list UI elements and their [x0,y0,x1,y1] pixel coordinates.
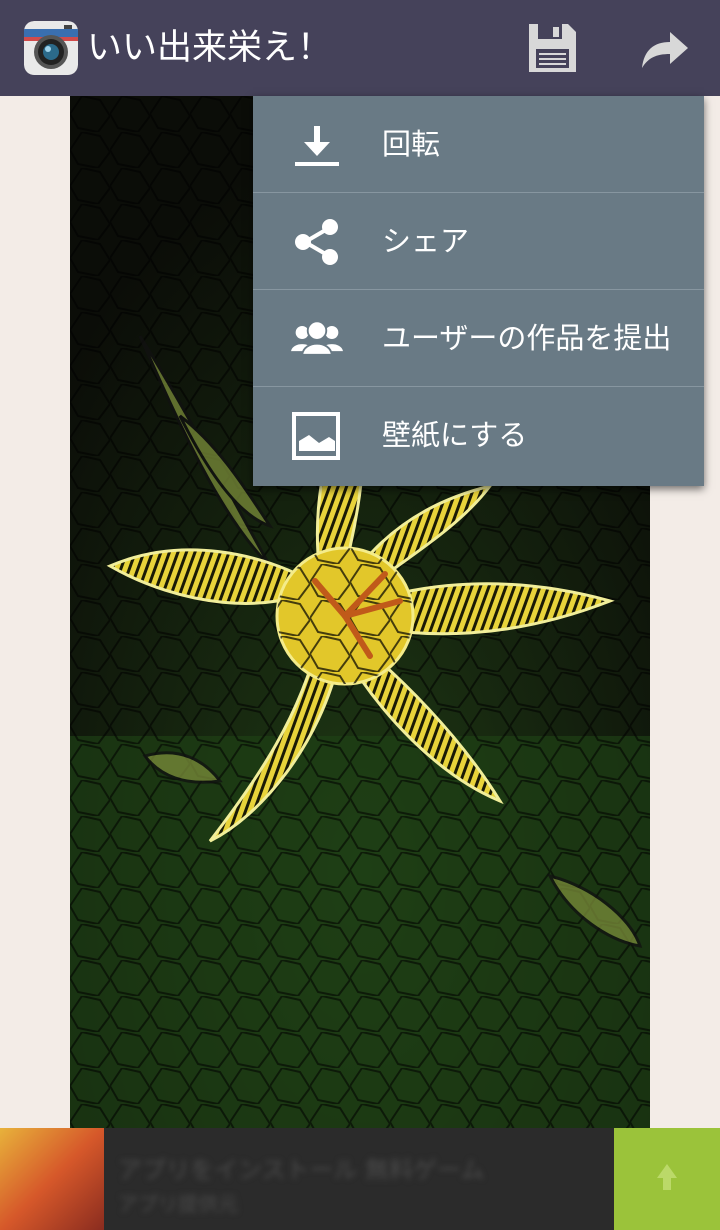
ad-thumbnail [0,1128,104,1230]
camera-icon[interactable] [24,21,78,75]
menu-item-share[interactable]: シェア [253,193,704,290]
app-bar: いい出来栄え！ [0,0,720,96]
ad-install-button[interactable] [614,1128,720,1230]
download-arrow-icon [657,1164,677,1190]
users-group-icon [291,320,343,356]
menu-item-label: ユーザーの作品を提出 [382,321,672,355]
menu-item-label: 回転 [382,127,441,161]
ad-title: アプリをインストール 無料ゲーム [118,1156,485,1184]
app-title: いい出来栄え！ [87,28,333,68]
menu-item-label: 壁紙にする [382,418,528,452]
download-icon [295,126,339,166]
menu-item-submit-work[interactable]: ユーザーの作品を提出 [253,290,704,387]
overflow-menu: 回転 シェア ユーザーの作品を提出 壁紙にする [253,96,704,486]
image-icon [292,412,340,460]
ad-subtitle: アプリ提供元 [118,1192,238,1216]
share-button[interactable] [632,18,696,78]
ad-banner[interactable]: アプリをインストール 無料ゲーム アプリ提供元 [0,1128,720,1230]
share-nodes-icon [295,219,338,265]
menu-item-label: シェア [382,224,470,258]
save-button[interactable] [520,18,584,78]
menu-item-rotate[interactable]: 回転 [253,96,704,193]
share-arrow-icon [642,32,688,68]
floppy-disk-icon [529,24,576,72]
menu-item-set-wallpaper[interactable]: 壁紙にする [253,387,704,484]
